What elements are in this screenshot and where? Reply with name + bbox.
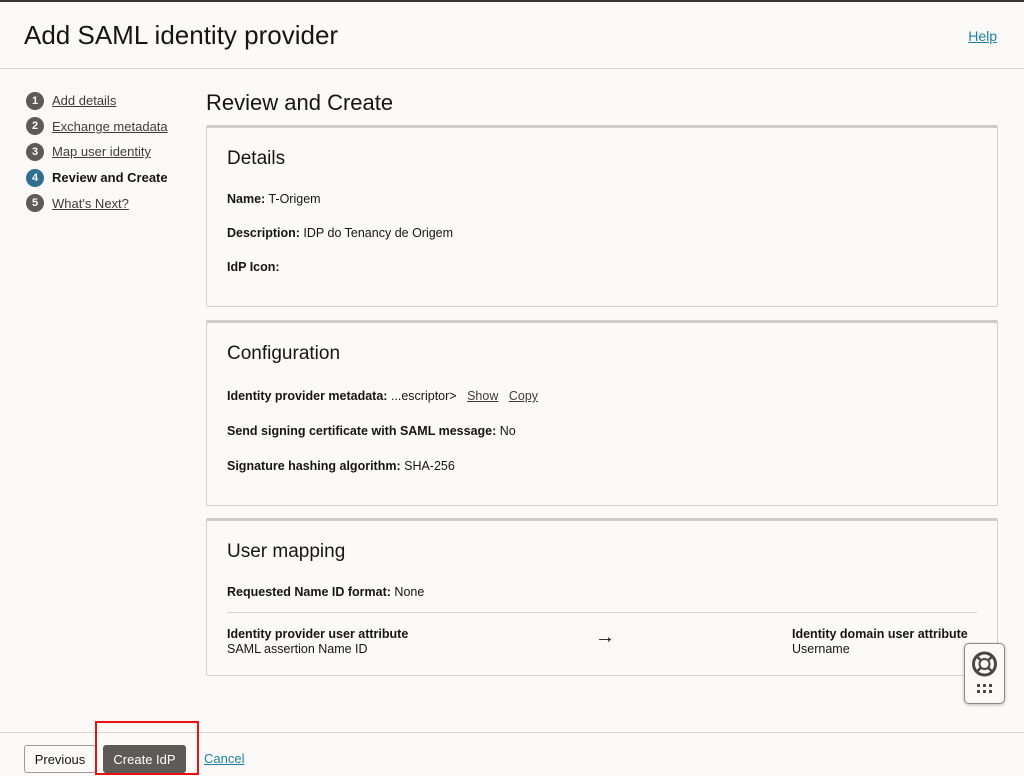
cancel-link[interactable]: Cancel [204,751,244,766]
arrow-right-icon: → [595,626,615,648]
step-label[interactable]: What's Next? [52,196,129,211]
hashing-label: Signature hashing algorithm: [227,459,401,473]
step-exchange-metadata[interactable]: 2 Exchange metadata [26,114,168,140]
details-card: Details Name: T-Origem Description: IDP … [206,125,998,307]
lifebuoy-icon [972,651,997,693]
step-label[interactable]: Map user identity [52,144,151,159]
name-label: Name: [227,192,266,206]
step-number: 4 [26,168,44,187]
name-row: Name: T-Origem [227,192,321,206]
idp-attribute-column: Identity provider user attribute SAML as… [227,627,408,657]
divider [227,612,977,613]
step-number: 1 [26,91,44,110]
step-label: Review and Create [52,170,168,186]
idp-icon-label: IdP Icon: [227,260,280,274]
step-add-details[interactable]: 1 Add details [26,88,168,114]
description-label: Description: [227,226,300,240]
metadata-label: Identity provider metadata: [227,389,388,403]
signing-label: Send signing certificate with SAML messa… [227,424,497,438]
description-value: IDP do Tenancy de Origem [303,226,454,240]
name-value: T-Origem [268,192,321,206]
user-mapping-heading: User mapping [227,541,346,562]
configuration-heading: Configuration [227,343,341,364]
nameid-value: None [394,585,425,599]
wizard-steps: 1 Add details 2 Exchange metadata 3 Map … [26,88,168,216]
show-metadata-link[interactable]: Show [467,389,498,403]
step-whats-next[interactable]: 5 What's Next? [26,190,168,216]
domain-attribute-column: Identity domain user attribute Username [792,627,968,657]
nameid-label: Requested Name ID format: [227,585,391,599]
step-number: 5 [26,194,44,213]
hashing-row: Signature hashing algorithm: SHA-256 [227,459,455,473]
metadata-row: Identity provider metadata: ...escriptor… [227,389,538,403]
details-heading: Details [227,148,286,169]
domain-attribute-value: Username [792,642,850,656]
page-header: Add SAML identity provider Help [0,0,1024,69]
signing-row: Send signing certificate with SAML messa… [227,424,516,438]
idp-attribute-value: SAML assertion Name ID [227,642,368,656]
page-title: Add SAML identity provider [24,20,339,50]
step-review-and-create: 4 Review and Create [26,165,168,191]
hashing-value: SHA-256 [404,459,455,473]
highlight-box [95,721,199,775]
idp-attribute-header: Identity provider user attribute [227,627,409,641]
copy-metadata-link[interactable]: Copy [509,389,538,403]
step-label[interactable]: Add details [52,93,116,108]
section-title: Review and Create [206,90,394,115]
step-label[interactable]: Exchange metadata [52,119,168,134]
domain-attribute-header: Identity domain user attribute [792,627,968,641]
configuration-card: Configuration Identity provider metadata… [206,320,998,506]
step-map-user-identity[interactable]: 3 Map user identity [26,139,168,165]
description-row: Description: IDP do Tenancy de Origem [227,226,453,240]
signing-value: No [499,424,516,438]
step-number: 2 [26,117,44,136]
help-assistant-button[interactable] [964,643,1005,704]
user-mapping-card: User mapping Requested Name ID format: N… [206,518,998,676]
help-link[interactable]: Help [968,28,997,44]
previous-button[interactable]: Previous [24,745,96,773]
nameid-row: Requested Name ID format: None [227,585,424,599]
step-number: 3 [26,142,44,161]
idp-icon-row: IdP Icon: [227,260,280,274]
metadata-value: ...escriptor> [390,389,457,403]
